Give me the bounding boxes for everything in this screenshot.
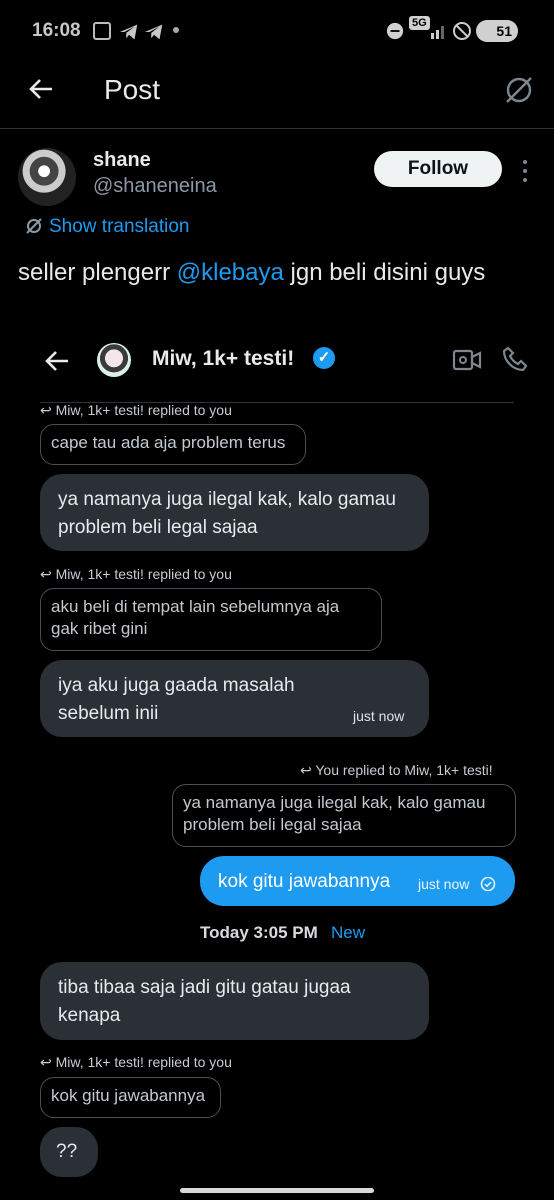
screenshot-icon	[93, 22, 111, 40]
post-text-part: jgn beli disini guys	[283, 259, 486, 286]
video-call-icon[interactable]	[452, 347, 482, 373]
mention-link[interactable]: @klebaya	[177, 259, 284, 286]
quoted-message[interactable]: kok gitu jawabannya	[40, 1077, 221, 1118]
follow-button[interactable]: Follow	[374, 151, 502, 187]
reply-hint: ↩ Miw, 1k+ testi! replied to you	[40, 1054, 232, 1070]
back-arrow-icon[interactable]	[28, 76, 54, 102]
telegram-icon	[144, 24, 163, 40]
telegram-icon	[119, 24, 138, 40]
message-text: iya aku juga gaada masalah sebelum inii	[58, 675, 295, 724]
reply-hint-text: Miw, 1k+ testi! replied to you	[55, 402, 232, 418]
author-handle[interactable]: @shaneneina	[93, 175, 217, 198]
show-translation-link[interactable]: Show translation	[25, 216, 189, 238]
battery-level: 51	[496, 23, 512, 39]
received-message[interactable]: iya aku juga gaada masalah sebelum inii	[40, 660, 429, 737]
reply-hint-text: Miw, 1k+ testi! replied to you	[55, 566, 232, 582]
quoted-message[interactable]: aku beli di tempat lain sebelumnya aja g…	[40, 588, 382, 651]
read-check-icon	[480, 876, 496, 892]
more-options-icon[interactable]	[517, 157, 533, 185]
status-time: 16:08	[32, 20, 81, 41]
grok-icon[interactable]	[503, 74, 535, 106]
reply-hint: ↩ You replied to Miw, 1k+ testi!	[300, 762, 493, 778]
network-5g-badge: 5G	[409, 16, 430, 30]
phone-call-icon[interactable]	[501, 345, 529, 373]
home-indicator[interactable]	[180, 1188, 374, 1193]
dm-back-arrow-icon[interactable]	[44, 349, 70, 373]
show-translation-label: Show translation	[49, 216, 190, 237]
received-message[interactable]: ya namanya juga ilegal kak, kalo gamau p…	[40, 474, 429, 551]
message-timestamp: just now	[353, 708, 405, 724]
reply-hint: ↩ Miw, 1k+ testi! replied to you	[40, 402, 232, 418]
quoted-message[interactable]: cape tau ada aja problem terus	[40, 424, 306, 465]
post-header: Post	[0, 62, 554, 129]
page-title: Post	[104, 74, 161, 105]
reply-hint-text: You replied to Miw, 1k+ testi!	[315, 762, 493, 778]
verified-badge-icon: ✓	[313, 347, 335, 369]
message-timestamp: just now	[418, 876, 470, 892]
day-separator: Today 3:05 PM	[200, 923, 318, 942]
battery-indicator: 51	[476, 20, 518, 42]
notification-dot-icon	[173, 27, 179, 33]
author-name[interactable]: shane	[93, 149, 151, 172]
author-avatar[interactable]	[18, 148, 76, 206]
signal-icon	[431, 26, 444, 39]
post-text: seller plengerr @klebaya jgn beli disini…	[18, 259, 485, 287]
dnd-icon	[386, 22, 404, 40]
status-bar: 16:08 5G 51	[0, 0, 554, 62]
translate-icon	[26, 218, 42, 234]
contact-name[interactable]: Miw, 1k+ testi!	[152, 347, 294, 371]
received-message[interactable]: tiba tibaa saja jadi gitu gatau jugaa ke…	[40, 962, 429, 1040]
no-sim-icon	[453, 22, 471, 40]
contact-avatar[interactable]	[97, 343, 131, 377]
quoted-message[interactable]: ya namanya juga ilegal kak, kalo gamau p…	[172, 784, 516, 847]
reply-hint-text: Miw, 1k+ testi! replied to you	[55, 1054, 232, 1070]
post-text-part: seller plengerr	[18, 259, 177, 286]
reply-hint: ↩ Miw, 1k+ testi! replied to you	[40, 566, 232, 582]
message-text: kok gitu jawabannya	[218, 871, 391, 892]
received-message[interactable]: ??	[40, 1127, 98, 1177]
new-messages-label: New	[331, 923, 366, 942]
